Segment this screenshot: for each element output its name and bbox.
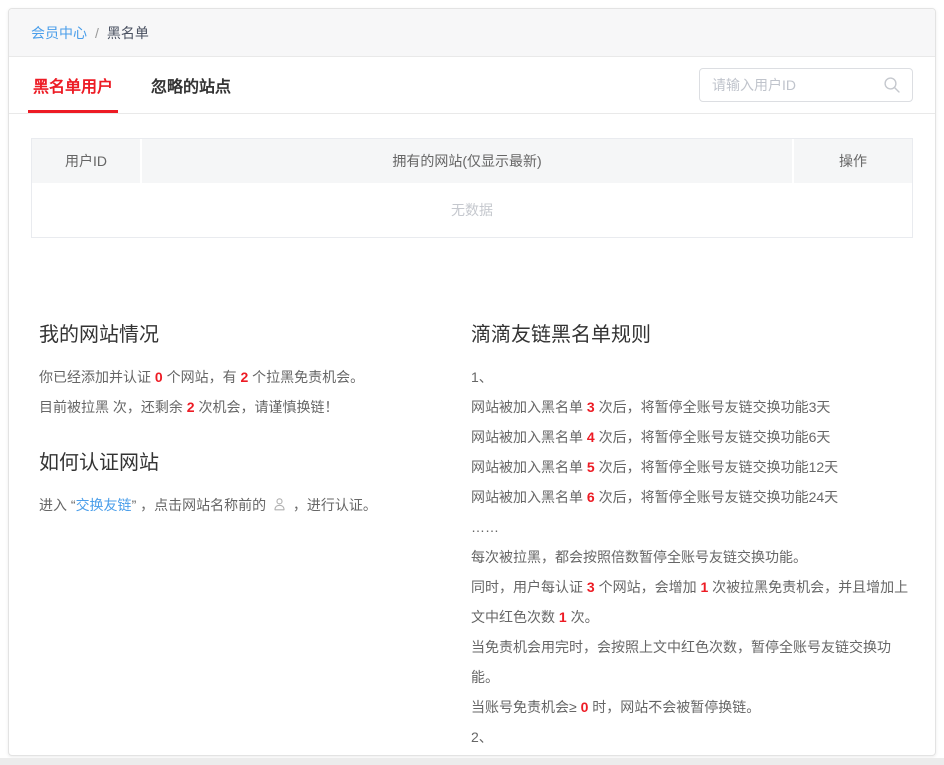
text-line: 每次被拉黑，都会按照倍数暂停全账号友链交换功能。 xyxy=(471,542,913,572)
highlight-number: 3 xyxy=(587,579,595,595)
my-site-lines: 你已经添加并认证 0 个网站，有 2 个拉黑免责机会。目前被拉黑 次，还剩余 2… xyxy=(39,362,459,422)
text-segment: 每次被拉黑，都会按照倍数暂停全账号友链交换功能。 xyxy=(471,549,807,565)
text-segment: 次后，将暂停全账号友链交换功能6天 xyxy=(595,429,831,445)
text-line: 同时，用户每认证 3 个网站，会增加 1 次被拉黑免责机会，并且增加上文中红色次… xyxy=(471,572,913,632)
text-segment: 网站被加入黑名单 xyxy=(471,429,587,445)
column-header-user-id: 用户ID xyxy=(32,139,142,183)
text-segment: 当账号免责机会≥ xyxy=(471,699,581,715)
table-header: 用户ID 拥有的网站(仅显示最新) 操作 xyxy=(32,139,912,183)
text-line: 你已经添加并认证 0 个网站，有 2 个拉黑免责机会。 xyxy=(39,362,459,392)
text-segment: 当免责机会用完时，会按照上文中红色次数，暂停全账号友链交换功能。 xyxy=(471,639,891,685)
text-segment: 目前被拉黑 次，还剩余 xyxy=(39,399,187,415)
text-segment: 进入 “ xyxy=(39,497,76,513)
text-segment: 次机会，请谨慎换链！ xyxy=(195,399,339,415)
text-segment: 你已经添加并认证 xyxy=(39,369,155,385)
text-line: 1、 xyxy=(471,362,913,392)
breadcrumb-current: 黑名单 xyxy=(107,23,149,43)
tab-blacklist-users[interactable]: 黑名单用户 xyxy=(28,57,118,113)
tabs-bar: 黑名单用户 忽略的站点 xyxy=(9,57,935,114)
text-segment: 次后，将暂停全账号友链交换功能12天 xyxy=(595,459,838,475)
text-segment: ” ，点击网站名称前的 xyxy=(132,497,270,513)
how-to-verify-line: 进入 “交换友链” ，点击网站名称前的 ，进行认证。 xyxy=(39,490,459,520)
search-icon[interactable] xyxy=(883,76,901,94)
text-segment: 个网站，有 xyxy=(163,369,241,385)
text-segment: 次后，将暂停全账号友链交换功能3天 xyxy=(595,399,831,415)
text-line: 网站被加入黑名单 3 次后，将暂停全账号友链交换功能3天 xyxy=(471,392,913,422)
table-empty-state: 无数据 xyxy=(32,183,912,237)
column-header-owned-sites: 拥有的网站(仅显示最新) xyxy=(142,139,794,183)
text-segment: 时，网站不会被暂停换链。 xyxy=(588,699,760,715)
text-line: 2、 xyxy=(471,722,913,752)
text-line: …… xyxy=(471,512,913,542)
my-site-section: 我的网站情况 你已经添加并认证 0 个网站，有 2 个拉黑免责机会。目前被拉黑 … xyxy=(31,322,459,756)
highlight-number: 4 xyxy=(587,429,595,445)
page-bottom-strip xyxy=(0,758,944,765)
text-line: 网站被加入黑名单 4 次后，将暂停全账号友链交换功能6天 xyxy=(471,422,913,452)
exchange-links-link[interactable]: 交换友链 xyxy=(76,497,132,513)
highlight-number: 3 xyxy=(587,399,595,415)
highlight-number: 6 xyxy=(587,489,595,505)
search-input[interactable] xyxy=(699,68,913,102)
text-line: 当免责机会用完时，会按照上文中红色次数，暂停全账号友链交换功能。 xyxy=(471,632,913,692)
text-segment: 1、 xyxy=(471,369,493,385)
search-box xyxy=(699,68,913,102)
info-columns: 我的网站情况 你已经添加并认证 0 个网站，有 2 个拉黑免责机会。目前被拉黑 … xyxy=(9,322,935,756)
blacklist-rules-lines: 1、网站被加入黑名单 3 次后，将暂停全账号友链交换功能3天网站被加入黑名单 4… xyxy=(471,362,913,756)
breadcrumb-link-member-center[interactable]: 会员中心 xyxy=(31,23,87,43)
text-line: 网站被加入黑名单 5 次后，将暂停全账号友链交换功能12天 xyxy=(471,452,913,482)
blacklist-table: 用户ID 拥有的网站(仅显示最新) 操作 无数据 xyxy=(31,138,913,238)
text-segment: 2、 xyxy=(471,729,493,745)
text-segment: 网站被加入黑名单 xyxy=(471,459,587,475)
my-site-title: 我的网站情况 xyxy=(39,322,459,348)
highlight-number: 0 xyxy=(155,369,163,385)
breadcrumb: 会员中心 / 黑名单 xyxy=(9,9,935,57)
how-to-verify-title: 如何认证网站 xyxy=(39,450,459,476)
text-segment: 网站被加入黑名单 xyxy=(471,399,587,415)
text-segment: 个拉黑免责机会。 xyxy=(248,369,364,385)
text-segment: 个网站，会增加 xyxy=(595,579,701,595)
text-segment: 网站被加入黑名单 xyxy=(471,489,587,505)
text-segment: ，进行认证。 xyxy=(289,497,377,513)
user-icon xyxy=(272,492,287,507)
text-line: 当账号免责机会≥ 0 时，网站不会被暂停换链。 xyxy=(471,692,913,722)
blacklist-rules-title: 滴滴友链黑名单规则 xyxy=(471,322,913,348)
text-line: 每次拉黑用户，将会拉黑该用户的所有网站，将无法和这些网站进行友链交换。 xyxy=(471,752,913,756)
breadcrumb-separator: / xyxy=(95,25,99,41)
highlight-number: 1 xyxy=(559,609,567,625)
text-segment: 次后，将暂停全账号友链交换功能24天 xyxy=(595,489,838,505)
column-header-actions: 操作 xyxy=(794,139,912,183)
tab-ignored-sites[interactable]: 忽略的站点 xyxy=(146,57,236,113)
text-segment: …… xyxy=(471,519,499,535)
text-line: 目前被拉黑 次，还剩余 2 次机会，请谨慎换链！ xyxy=(39,392,459,422)
text-segment: 次。 xyxy=(567,609,599,625)
highlight-number: 2 xyxy=(187,399,195,415)
highlight-number: 5 xyxy=(587,459,595,475)
text-segment: 同时，用户每认证 xyxy=(471,579,587,595)
main-card: 会员中心 / 黑名单 黑名单用户 忽略的站点 用户ID 拥有的网站(仅显示最新)… xyxy=(8,8,936,756)
text-line: 网站被加入黑名单 6 次后，将暂停全账号友链交换功能24天 xyxy=(471,482,913,512)
blacklist-rules-section: 滴滴友链黑名单规则 1、网站被加入黑名单 3 次后，将暂停全账号友链交换功能3天… xyxy=(471,322,913,756)
